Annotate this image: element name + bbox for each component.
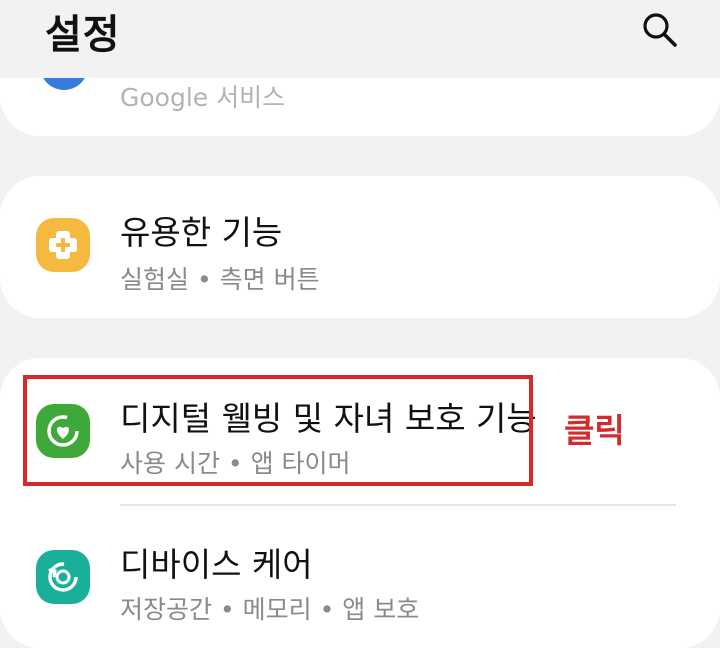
device-care-icon [36, 550, 90, 604]
settings-card-useful: 유용한 기능 실험실 • 측면 버튼 [0, 176, 720, 318]
divider [120, 504, 676, 506]
settings-item-useful-features[interactable]: 유용한 기능 실험실 • 측면 버튼 [0, 176, 720, 318]
click-annotation: 클릭 [564, 411, 625, 450]
useful-features-subtitle: 실험실 • 측면 버튼 [120, 265, 320, 294]
settings-item-google[interactable]: Google 서비스 [0, 78, 720, 136]
useful-features-title: 유용한 기능 [120, 213, 283, 252]
search-button[interactable] [636, 6, 684, 54]
search-icon [643, 13, 677, 47]
google-item-subtitle: Google 서비스 [120, 83, 286, 112]
app-header: 설정 [0, 0, 720, 70]
page-title: 설정 [45, 12, 121, 58]
device-care-title: 디바이스 케어 [120, 545, 313, 584]
settings-card-google: Google 서비스 [0, 78, 720, 136]
puzzle-plus-icon [36, 218, 90, 272]
highlight-box [23, 375, 533, 486]
settings-item-device-care[interactable]: 디바이스 케어 저장공간 • 메모리 • 앱 보호 [0, 508, 720, 628]
